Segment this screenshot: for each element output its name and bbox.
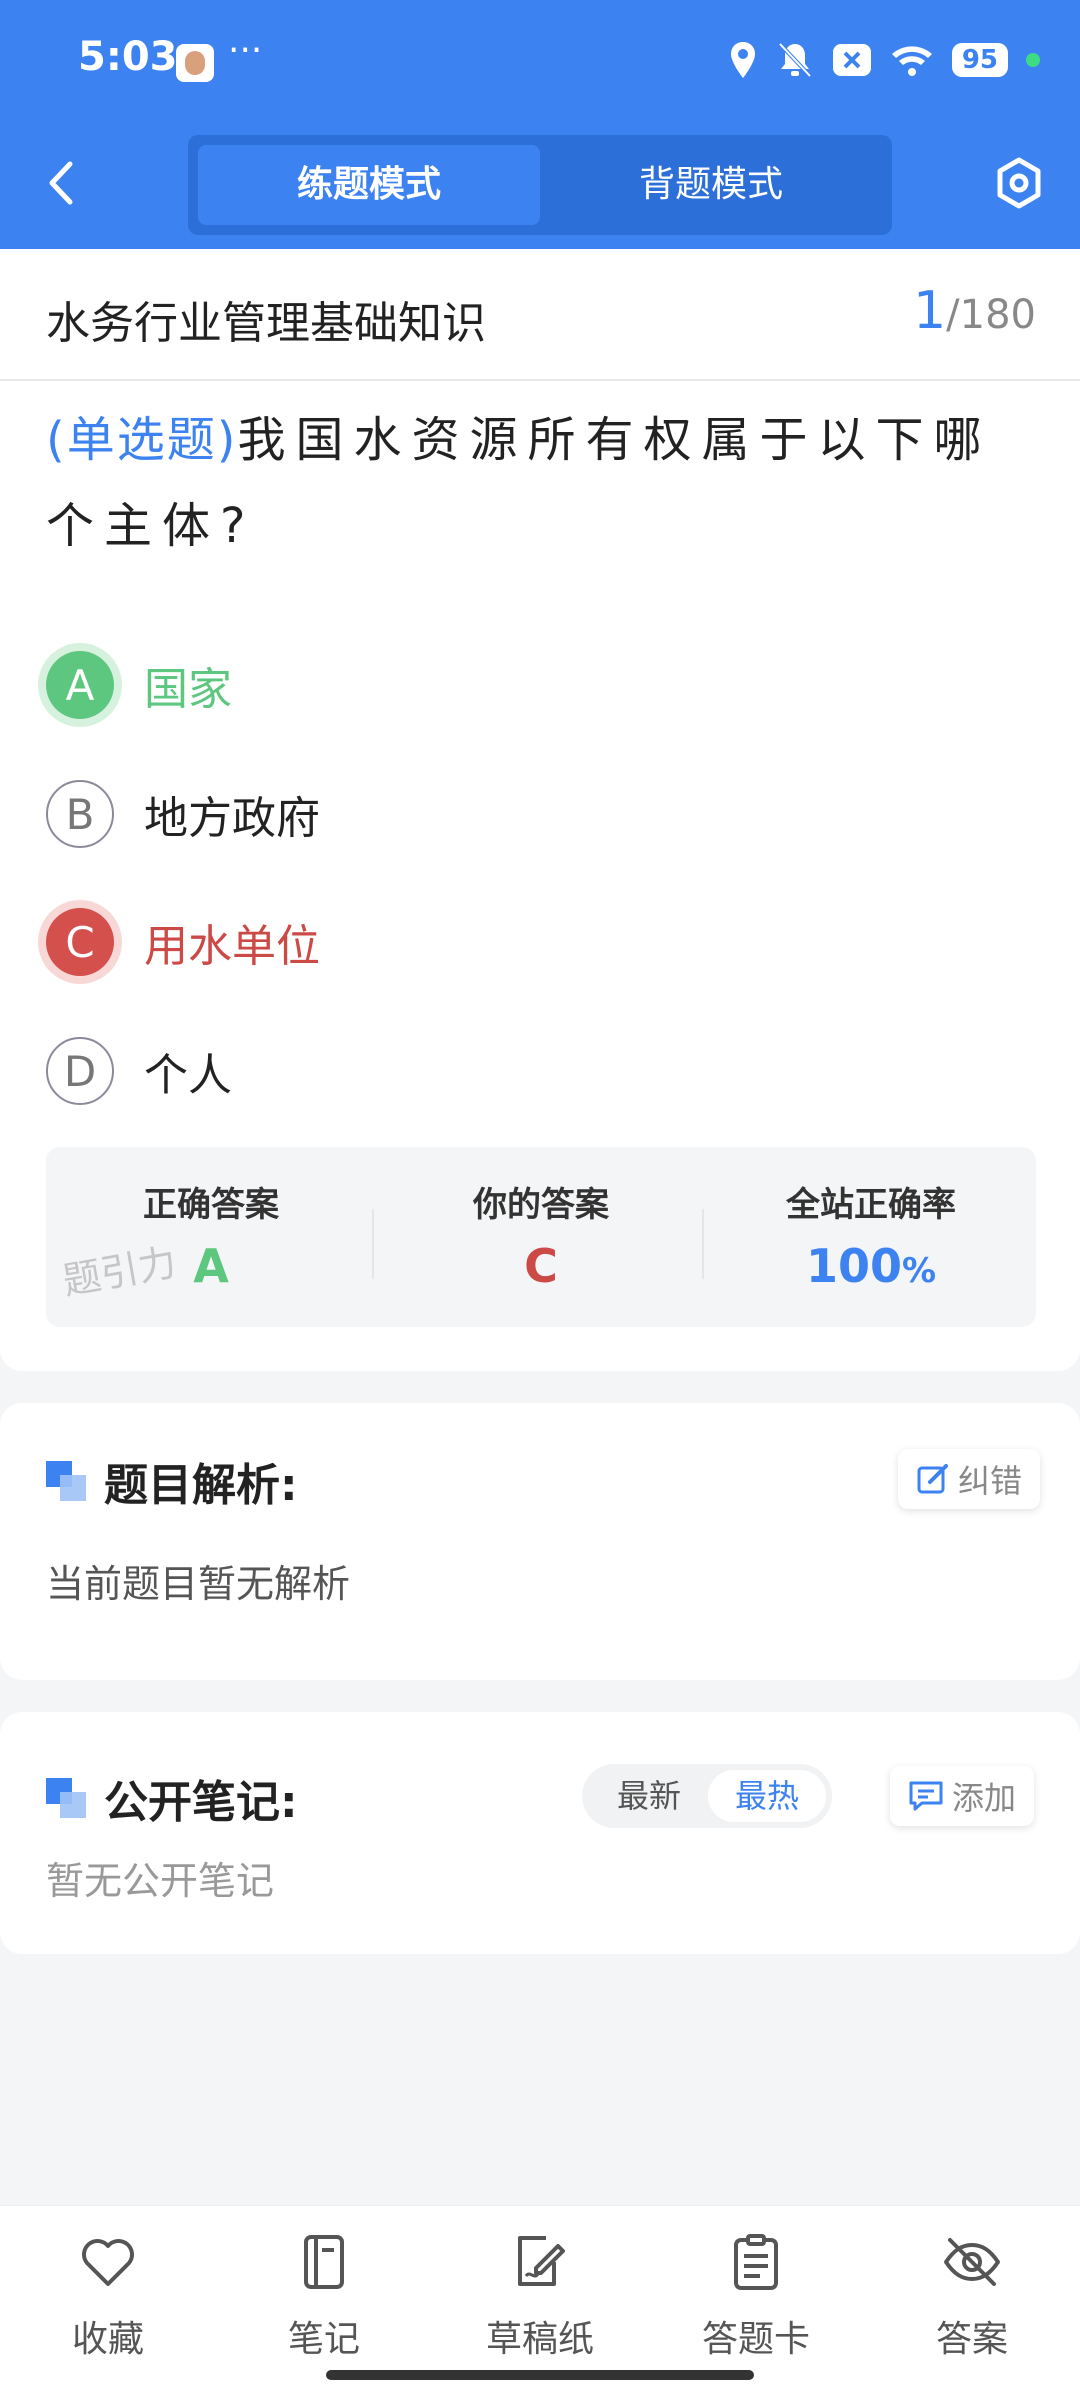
settings-gear-icon[interactable] <box>994 156 1044 212</box>
sort-hot-tab[interactable]: 最热 <box>708 1770 826 1822</box>
notes-sort-switch: 最新 最热 <box>582 1764 832 1828</box>
accuracy-value: 100% <box>706 1239 1036 1293</box>
option-c[interactable]: C 用水单位 <box>46 902 320 982</box>
add-note-button[interactable]: 添加 <box>890 1766 1035 1826</box>
answer-card-icon <box>734 2234 778 2290</box>
eye-off-icon <box>944 2238 1000 2286</box>
sort-latest-tab[interactable]: 最新 <box>590 1770 708 1822</box>
section-squares-icon <box>46 1778 86 1818</box>
notes-title-text: 公开笔记: <box>104 1777 298 1828</box>
status-icons: 95 <box>728 40 1040 80</box>
subject-row: 水务行业管理基础知识 1/180 <box>0 249 1080 381</box>
option-b[interactable]: B 地方政府 <box>46 774 320 854</box>
heart-icon <box>82 2239 134 2286</box>
nav-answer-card[interactable]: 答题卡 <box>648 2232 864 2362</box>
mute-bell-icon <box>778 42 812 78</box>
option-letter-a: A <box>46 651 114 719</box>
option-d[interactable]: D 个人 <box>46 1031 232 1111</box>
option-text-b: 地方政府 <box>144 793 320 844</box>
option-letter-d: D <box>46 1037 114 1105</box>
nav-draft-paper[interactable]: 草稿纸 <box>432 2232 648 2362</box>
comment-icon <box>909 1781 943 1811</box>
wifi-icon <box>891 46 932 76</box>
divider <box>372 1209 374 1279</box>
current-question-number: 1 <box>913 281 947 341</box>
analysis-empty-text: 当前题目暂无解析 <box>46 1562 351 1606</box>
tab-memorize-mode[interactable]: 背题模式 <box>540 145 882 225</box>
nav-notes-label: 笔记 <box>287 2319 360 2360</box>
option-letter-c: C <box>46 908 114 976</box>
option-letter-b: B <box>46 780 114 848</box>
tab-practice-mode[interactable]: 练题模式 <box>198 145 540 225</box>
option-text-a: 国家 <box>144 664 232 715</box>
subject-title: 水务行业管理基础知识 <box>46 298 486 349</box>
your-answer-value: C <box>524 1239 558 1293</box>
analysis-panel: 题目解析: 纠错 当前题目暂无解析 <box>0 1403 1080 1680</box>
nav-favorite-label: 收藏 <box>71 2319 144 2360</box>
analysis-title-text: 题目解析: <box>104 1460 298 1511</box>
close-notification-icon <box>832 44 871 76</box>
nav-answer-label: 答案 <box>935 2319 1008 2360</box>
answer-result-box: 正确答案 A 你的答案 C 全站正确率 100% 题引力 <box>46 1147 1036 1327</box>
question-text-block: (单选题)我国水资源所有权属于以下哪个主体? <box>46 397 1036 569</box>
report-error-label: 纠错 <box>958 1462 1023 1500</box>
nav-draft-paper-label: 草稿纸 <box>485 2319 594 2360</box>
question-card: 水务行业管理基础知识 1/180 (单选题)我国水资源所有权属于以下哪个主体? … <box>0 249 1080 1371</box>
option-text-c: 用水单位 <box>144 921 320 972</box>
accuracy-label: 全站正确率 <box>786 1185 956 1225</box>
your-answer-label: 你的答案 <box>473 1185 609 1225</box>
notes-empty-text: 暂无公开笔记 <box>46 1859 275 1903</box>
option-a[interactable]: A 国家 <box>46 645 232 725</box>
notes-title: 公开笔记: <box>46 1766 298 1830</box>
header: 5:03 ··· 95 练题模式 背题模式 <box>0 0 1080 249</box>
accuracy-number: 100 <box>805 1239 902 1293</box>
public-notes-panel: 公开笔记: 最新 最热 添加 暂无公开笔记 <box>0 1712 1080 1954</box>
location-icon <box>730 42 755 78</box>
mode-switch: 练题模式 背题模式 <box>188 135 892 235</box>
accuracy-col: 全站正确率 100% <box>706 1147 1036 1327</box>
question-type-label: (单选题) <box>46 412 238 468</box>
nav-answer[interactable]: 答案 <box>864 2232 1080 2362</box>
nav-favorite[interactable]: 收藏 <box>0 2232 216 2362</box>
status-time: 5:03 <box>78 34 178 80</box>
correct-answer-label: 正确答案 <box>143 1185 279 1225</box>
nav-answer-card-label: 答题卡 <box>701 2319 810 2360</box>
report-error-button[interactable]: 纠错 <box>898 1449 1041 1509</box>
analysis-title: 题目解析: <box>46 1449 298 1513</box>
back-arrow-icon[interactable] <box>40 158 84 208</box>
nav-notes[interactable]: 笔记 <box>216 2232 432 2362</box>
draft-paper-icon <box>518 2236 565 2286</box>
battery-indicator: 95 <box>951 43 1008 77</box>
total-questions: /180 <box>946 292 1036 338</box>
your-answer-col: 你的答案 C <box>376 1147 706 1327</box>
option-text-d: 个人 <box>144 1050 232 1101</box>
privacy-dot-icon <box>1026 53 1040 67</box>
notification-avatar-icon <box>176 44 214 82</box>
add-note-label: 添加 <box>952 1779 1017 1817</box>
section-squares-icon <box>46 1461 86 1501</box>
home-indicator[interactable] <box>326 2370 754 2380</box>
question-counter: 1/180 <box>913 281 1036 341</box>
edit-icon <box>917 1464 948 1494</box>
divider <box>702 1209 704 1279</box>
more-notifications-icon: ··· <box>228 30 263 71</box>
notebook-icon <box>304 2235 344 2289</box>
accuracy-unit: % <box>901 1251 937 1291</box>
